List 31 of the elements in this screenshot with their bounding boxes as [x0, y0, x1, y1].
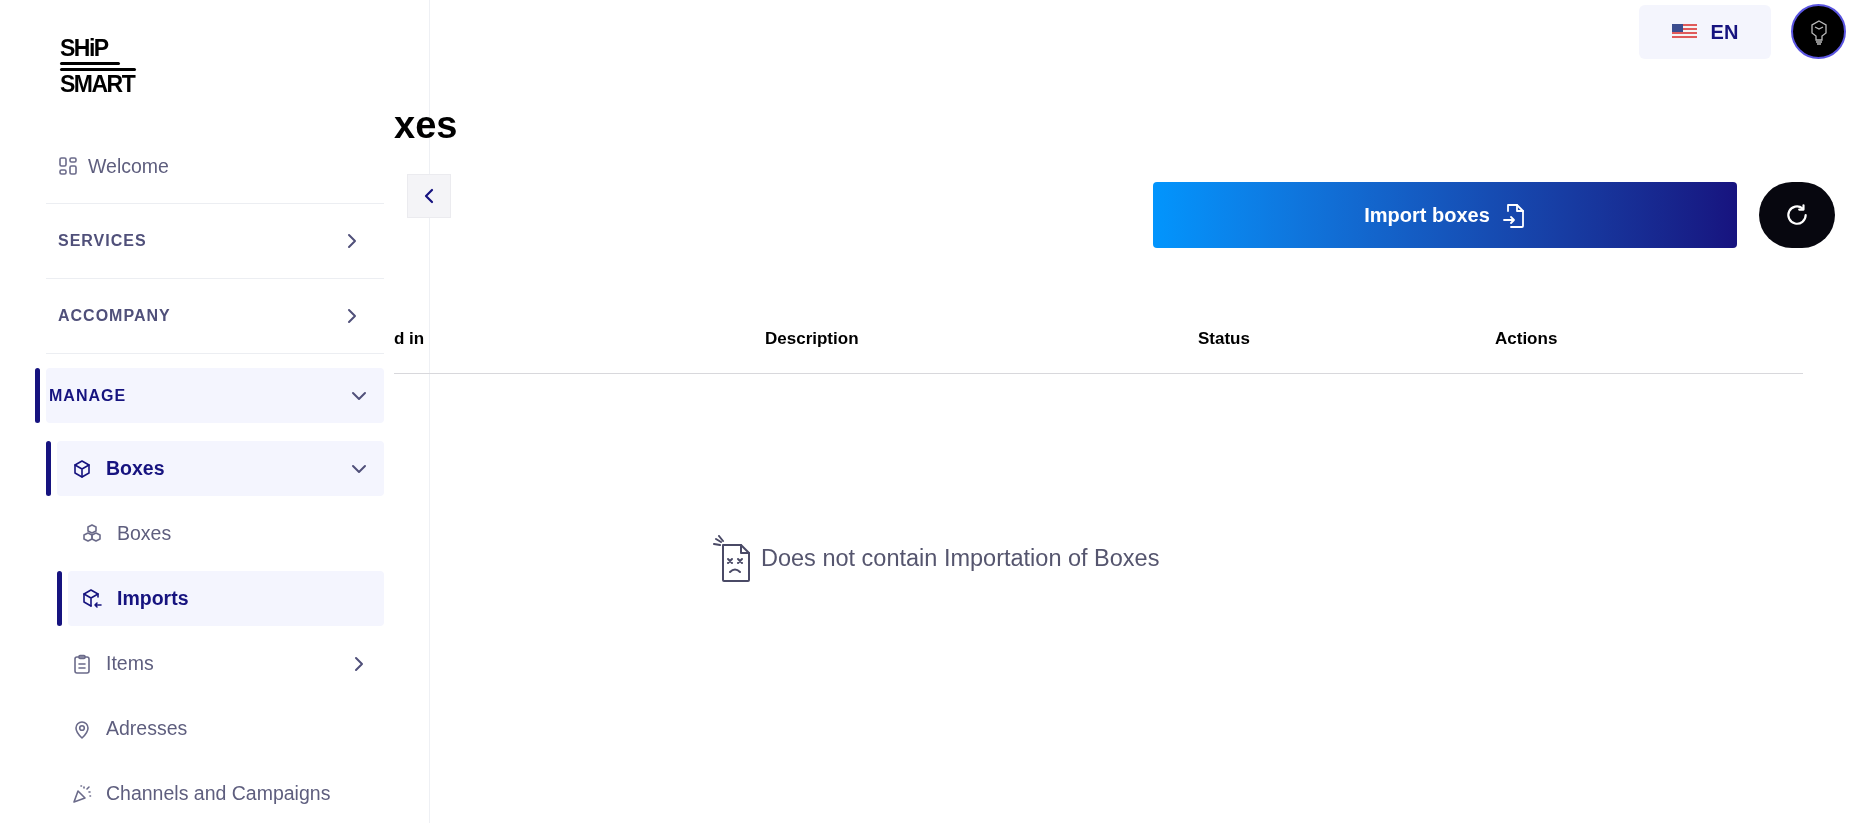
nav-section[interactable]: SERVICES — [46, 204, 384, 280]
column-header: d in — [394, 328, 425, 350]
empty-state-message: Does not contain Importation of Boxes — [761, 544, 1160, 574]
us-flag-icon — [1671, 24, 1697, 39]
nav-item[interactable]: Imports — [68, 571, 384, 627]
file-import-icon — [1501, 201, 1526, 229]
cube-icon — [72, 458, 92, 479]
page-title: xes — [394, 103, 459, 147]
import-button[interactable]: Import boxes — [1153, 182, 1737, 248]
collapse-button[interactable] — [407, 174, 451, 218]
column-header: Description — [765, 328, 859, 350]
nav-item[interactable]: Boxes — [68, 506, 384, 562]
language-button[interactable]: EN — [1639, 4, 1771, 59]
cube-arrow-icon — [81, 587, 103, 610]
clipboard-icon — [72, 653, 92, 674]
logo: SHiP SMART — [60, 38, 136, 95]
nav-item[interactable]: Boxes — [57, 441, 384, 497]
nav-item[interactable]: MANAGE — [46, 368, 384, 424]
column-header: Status — [1198, 328, 1250, 350]
nav-item[interactable]: Channels and Campaigns — [57, 766, 384, 822]
grid-icon — [58, 156, 78, 177]
nav-section[interactable]: ACCOMPANY — [46, 279, 384, 355]
nav-item[interactable]: Items — [57, 636, 384, 692]
nav-item[interactable]: Welcome — [46, 129, 384, 205]
nav-item[interactable]: Adresses — [57, 701, 384, 757]
location-pin-icon — [72, 718, 92, 739]
cubes-icon — [81, 522, 103, 545]
party-popper-icon — [72, 783, 92, 804]
avatar[interactable] — [1791, 4, 1846, 59]
refresh-icon — [1784, 202, 1810, 228]
column-header: Actions — [1495, 328, 1558, 350]
